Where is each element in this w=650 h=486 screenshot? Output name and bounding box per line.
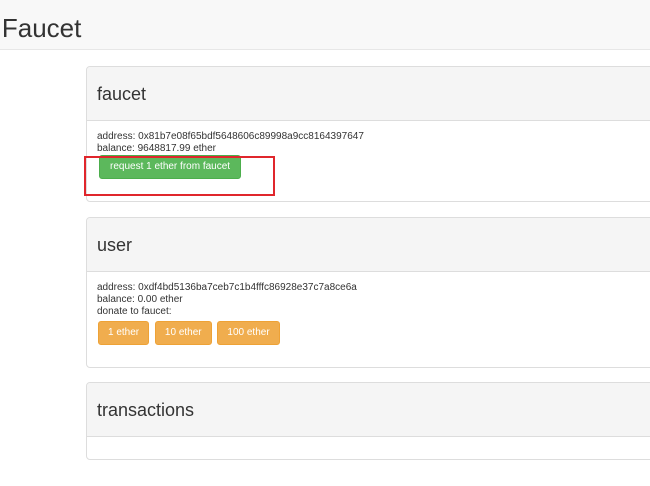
faucet-heading: faucet (97, 84, 147, 104)
user-panel-body: address: 0xdf4bd5136ba7ceb7c1b4fffc86928… (87, 272, 650, 345)
faucet-address-line: address: 0x81b7e08f65bdf5648606c89998a9c… (97, 131, 650, 143)
transactions-panel: transactions (86, 382, 650, 460)
faucet-balance-label: balance: (97, 143, 135, 154)
user-panel-heading: user (87, 218, 650, 272)
transactions-panel-heading: transactions (87, 383, 650, 437)
user-address-label: address: (97, 282, 136, 293)
donate-button-group: 1 ether 10 ether 100 ether (97, 321, 650, 345)
donate-10-ether-button[interactable]: 10 ether (154, 321, 212, 345)
faucet-panel: faucet address: 0x81b7e08f65bdf5648606c8… (86, 66, 650, 202)
user-address-line: address: 0xdf4bd5136ba7ceb7c1b4fffc86928… (97, 282, 650, 294)
faucet-address-label: address: (97, 131, 136, 142)
user-balance-line: balance: 0.00 ether (97, 294, 650, 306)
faucet-address-value: 0x81b7e08f65bdf5648606c89998a9cc81643976… (138, 131, 364, 142)
transactions-heading: transactions (97, 400, 195, 420)
donate-100-ether-button[interactable]: 100 ether (217, 321, 280, 345)
top-navbar: r Faucet (0, 0, 650, 50)
faucet-balance-line: balance: 9648817.99 ether (97, 143, 650, 155)
user-address-value: 0xdf4bd5136ba7ceb7c1b4fffc86928e37c7a8ce… (138, 282, 357, 293)
faucet-balance-value: 9648817.99 ether (137, 143, 216, 154)
user-heading: user (97, 235, 133, 255)
request-ether-button[interactable]: request 1 ether from faucet (99, 155, 242, 179)
user-balance-value: 0.00 ether (137, 294, 183, 305)
page-title: r Faucet (0, 13, 82, 43)
donate-label: donate to faucet: (97, 306, 172, 317)
user-balance-label: balance: (97, 294, 135, 305)
faucet-panel-heading: faucet (87, 67, 650, 121)
user-panel: user address: 0xdf4bd5136ba7ceb7c1b4fffc… (86, 217, 650, 368)
faucet-panel-body: address: 0x81b7e08f65bdf5648606c89998a9c… (87, 121, 650, 179)
donate-1-ether-button[interactable]: 1 ether (98, 321, 150, 345)
